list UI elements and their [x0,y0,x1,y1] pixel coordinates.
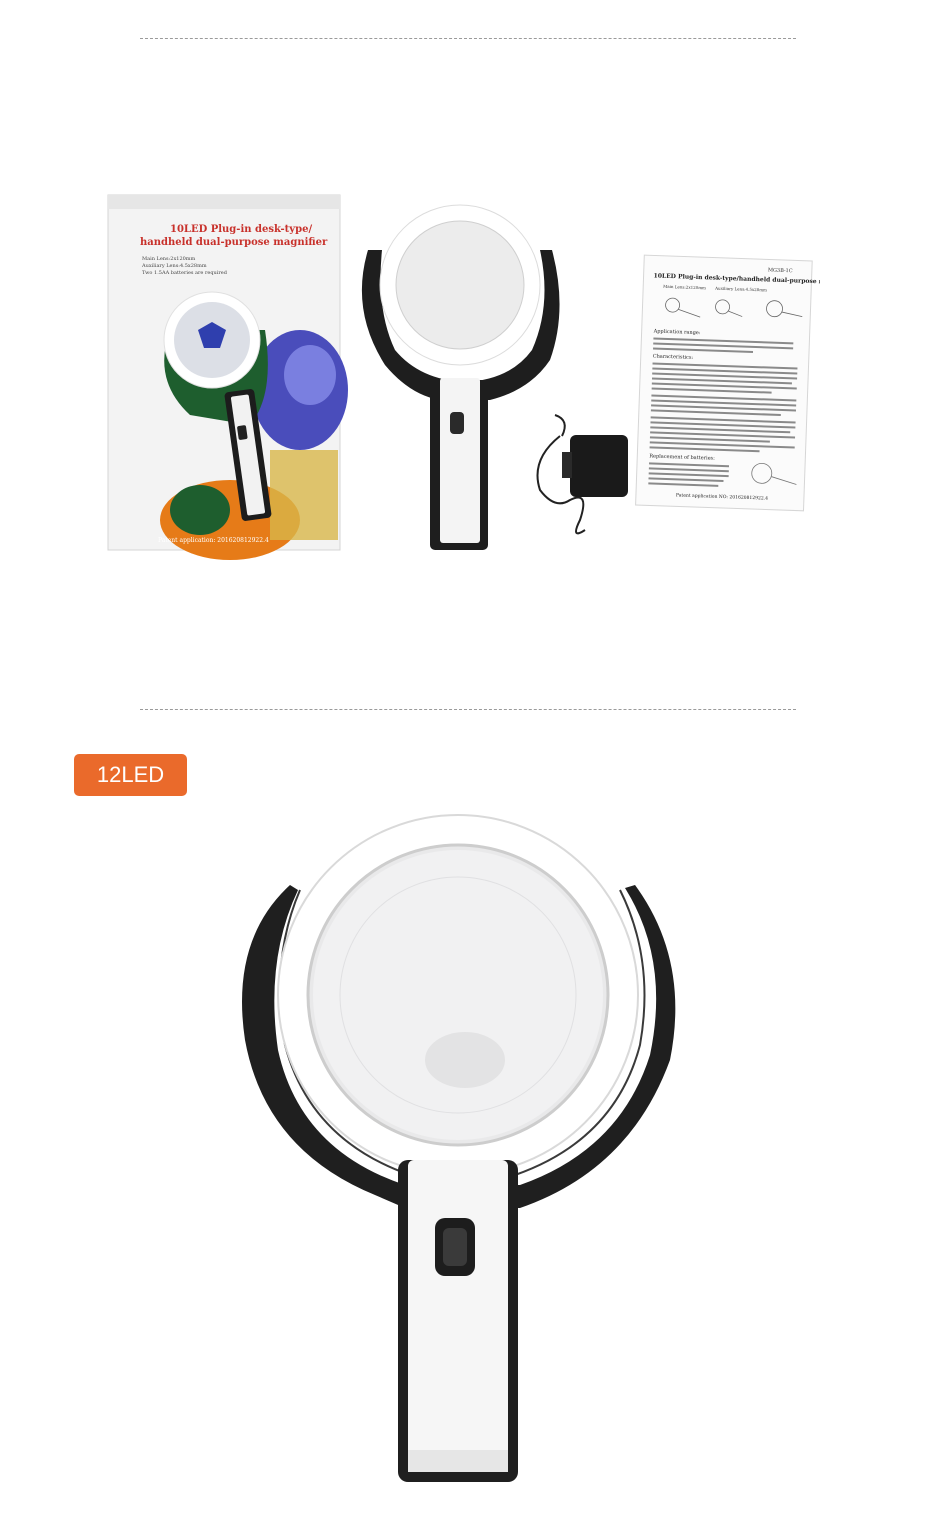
instruction-manual: MG3B-1C 10LED Plug-in desk-type/handheld… [635,254,820,512]
box-title-line1: 10LED Plug-in desk-type/ [170,224,312,235]
magnifier-small [361,204,560,550]
power-adapter [536,414,628,535]
middle-divider [140,709,796,710]
box-title-line2: handheld dual-purpose magnifier [140,237,328,248]
box-patent: Patent application: 201620812922.4 [158,537,269,544]
magnifier-large-photo [242,814,676,1482]
led-count-badge: 12LED [74,754,187,796]
box-spec2: Auxiliary Lens:4.5x28mm [141,263,207,269]
top-divider [140,38,796,39]
manual-model: MG3B-1C [768,267,793,274]
box-spec3: Two 1.5AA batteries are required [142,270,228,276]
box-spec1: Main Lens:2x120mm [142,256,196,262]
retail-box: 10LED Plug-in desk-type/ handheld dual-p… [107,194,348,560]
product-set-photo: 10LED Plug-in desk-type/ handheld dual-p… [107,194,820,560]
